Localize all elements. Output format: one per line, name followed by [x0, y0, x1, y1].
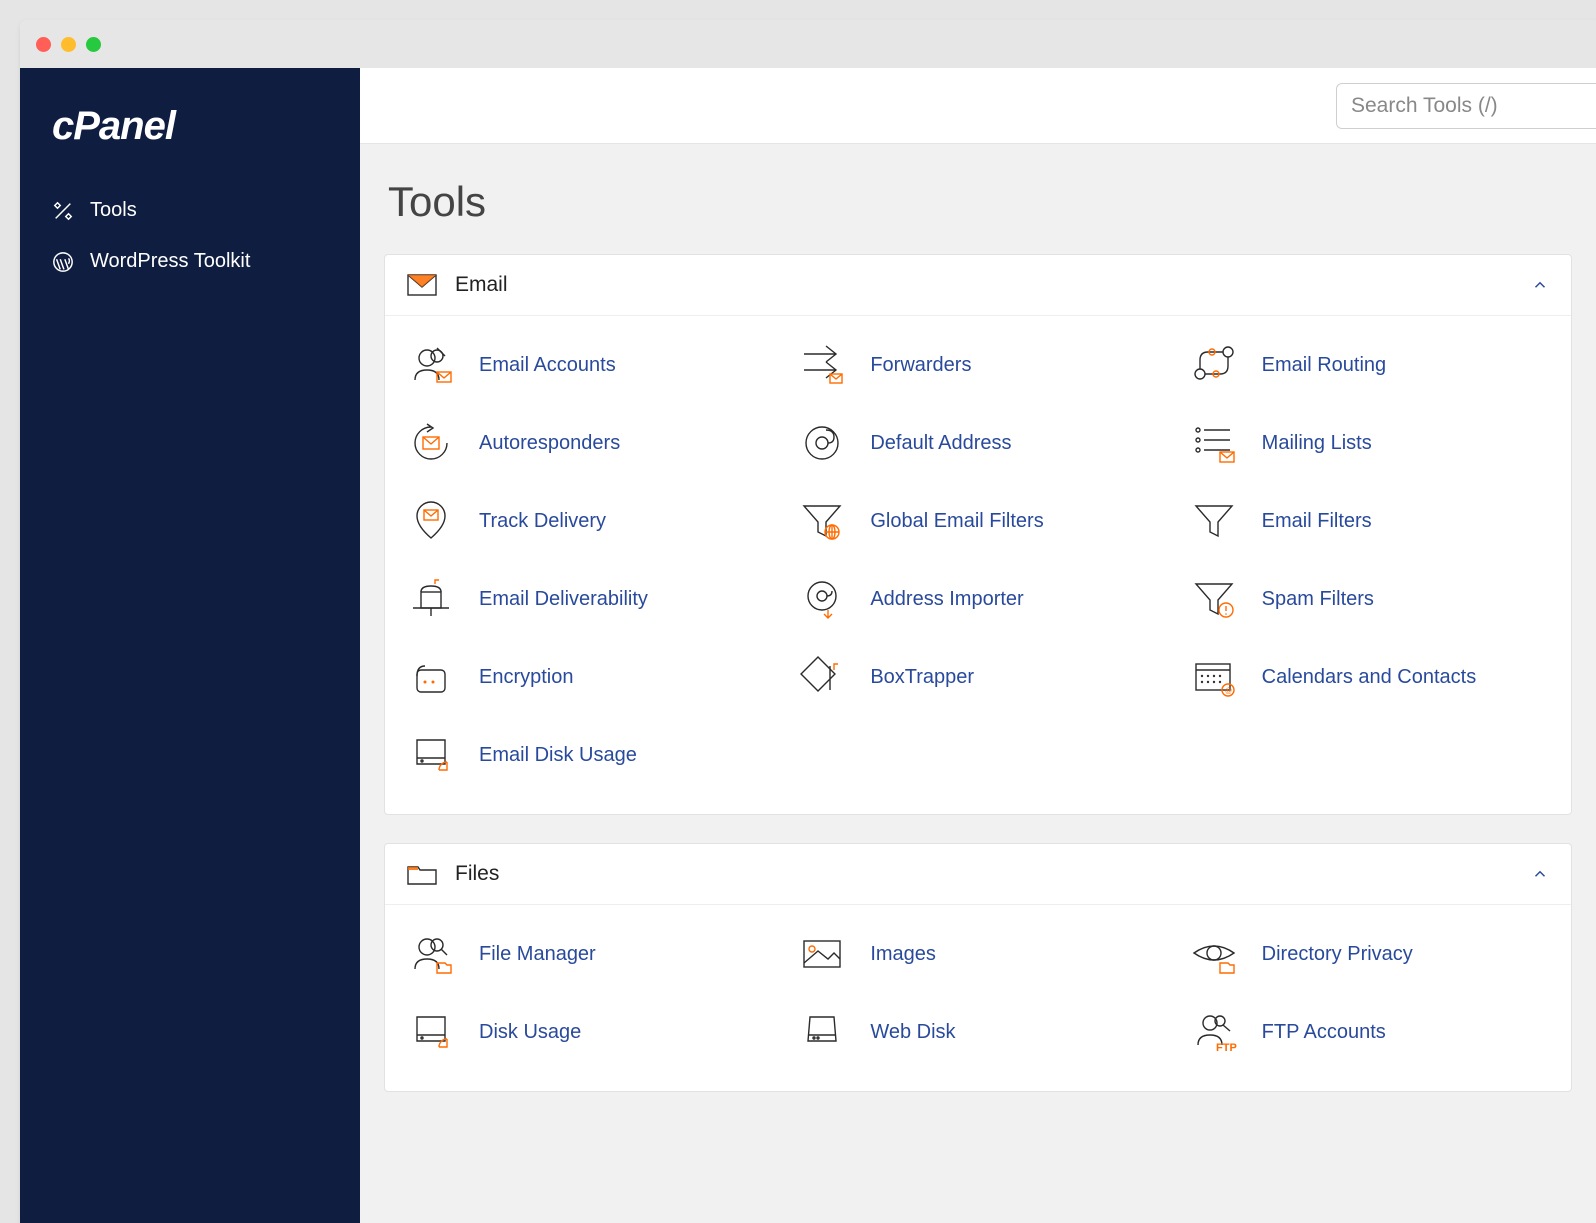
tool-address-importer[interactable]: Address Importer: [782, 560, 1173, 638]
tool-default-address[interactable]: Default Address: [782, 404, 1173, 482]
search-input[interactable]: [1336, 83, 1596, 129]
topbar: [360, 68, 1596, 144]
tool-directory-privacy[interactable]: Directory Privacy: [1174, 915, 1565, 993]
email-filters-icon: [1188, 500, 1240, 542]
calendars-contacts-icon: @: [1188, 656, 1240, 698]
tool-spam-filters[interactable]: Spam Filters: [1174, 560, 1565, 638]
content: Tools Email Email Accounts: [360, 144, 1596, 1120]
panel-header-files[interactable]: Files: [385, 844, 1571, 905]
disk-usage-icon: [405, 1011, 457, 1053]
tool-label: Default Address: [870, 432, 1011, 455]
tool-label: Forwarders: [870, 354, 971, 377]
chevron-up-icon: [1531, 276, 1549, 294]
app-shell: cPanel Tools WordPress Toolkit Tools: [20, 68, 1596, 1223]
tools-icon: [52, 200, 74, 222]
tool-ftp-accounts[interactable]: FTP FTP Accounts: [1174, 993, 1565, 1071]
tool-file-manager[interactable]: File Manager: [391, 915, 782, 993]
tool-track-delivery[interactable]: Track Delivery: [391, 482, 782, 560]
email-section-icon: [407, 273, 437, 297]
email-deliverability-icon: [405, 578, 457, 620]
forwarders-icon: [796, 344, 848, 386]
tool-label: Email Accounts: [479, 354, 616, 377]
minimize-window-button[interactable]: [61, 37, 76, 52]
window-titlebar: [20, 20, 1596, 68]
spam-filters-icon: [1188, 578, 1240, 620]
wordpress-icon: [52, 251, 74, 273]
address-importer-icon: [796, 578, 848, 620]
panel-body-files: File Manager Images Directory Privacy: [385, 905, 1571, 1091]
directory-privacy-icon: [1188, 933, 1240, 975]
tool-boxtrapper[interactable]: BoxTrapper: [782, 638, 1173, 716]
panel-files: Files File Manager Images: [384, 843, 1572, 1092]
tool-encryption[interactable]: Encryption: [391, 638, 782, 716]
browser-window: cPanel Tools WordPress Toolkit Tools: [20, 20, 1596, 1223]
files-section-icon: [407, 862, 437, 886]
tool-mailing-lists[interactable]: Mailing Lists: [1174, 404, 1565, 482]
tool-label: Email Disk Usage: [479, 744, 637, 767]
tool-email-accounts[interactable]: Email Accounts: [391, 326, 782, 404]
sidebar-item-tools[interactable]: Tools: [20, 185, 360, 236]
tool-label: Spam Filters: [1262, 588, 1374, 611]
tool-label: Web Disk: [870, 1021, 955, 1044]
sidebar-item-label: Tools: [90, 199, 137, 222]
tool-label: Mailing Lists: [1262, 432, 1372, 455]
tool-label: Email Deliverability: [479, 588, 648, 611]
tool-label: Email Filters: [1262, 510, 1372, 533]
sidebar-item-wordpress-toolkit[interactable]: WordPress Toolkit: [20, 236, 360, 287]
tool-label: FTP Accounts: [1262, 1021, 1386, 1044]
tool-label: Calendars and Contacts: [1262, 666, 1477, 689]
tool-email-routing[interactable]: Email Routing: [1174, 326, 1565, 404]
tool-label: Global Email Filters: [870, 510, 1043, 533]
images-icon: [796, 933, 848, 975]
email-routing-icon: [1188, 344, 1240, 386]
tool-label: Address Importer: [870, 588, 1023, 611]
web-disk-icon: [796, 1011, 848, 1053]
main-area: Tools Email Email Accounts: [360, 68, 1596, 1223]
panel-title: Files: [455, 862, 499, 886]
panel-title: Email: [455, 273, 508, 297]
tool-label: Email Routing: [1262, 354, 1387, 377]
sidebar-item-label: WordPress Toolkit: [90, 250, 250, 273]
tool-email-filters[interactable]: Email Filters: [1174, 482, 1565, 560]
panel-body-email: Email Accounts Forwarders Email Routing: [385, 316, 1571, 814]
maximize-window-button[interactable]: [86, 37, 101, 52]
svg-text:FTP: FTP: [1216, 1042, 1237, 1053]
tool-disk-usage[interactable]: Disk Usage: [391, 993, 782, 1071]
track-delivery-icon: [405, 500, 457, 542]
tool-label: BoxTrapper: [870, 666, 974, 689]
tool-label: Images: [870, 943, 936, 966]
file-manager-icon: [405, 933, 457, 975]
brand-logo: cPanel: [20, 96, 360, 185]
global-email-filters-icon: [796, 500, 848, 542]
mailing-lists-icon: [1188, 422, 1240, 464]
tool-email-deliverability[interactable]: Email Deliverability: [391, 560, 782, 638]
svg-text:@: @: [1225, 688, 1232, 695]
ftp-accounts-icon: FTP: [1188, 1011, 1240, 1053]
tool-label: Track Delivery: [479, 510, 606, 533]
email-accounts-icon: [405, 344, 457, 386]
panel-email: Email Email Accounts Forwarders: [384, 254, 1572, 815]
tool-images[interactable]: Images: [782, 915, 1173, 993]
tool-email-disk-usage[interactable]: Email Disk Usage: [391, 716, 782, 794]
tool-autoresponders[interactable]: Autoresponders: [391, 404, 782, 482]
page-title: Tools: [388, 178, 1572, 226]
email-disk-usage-icon: [405, 734, 457, 776]
tool-label: Encryption: [479, 666, 574, 689]
default-address-icon: [796, 422, 848, 464]
boxtrapper-icon: [796, 656, 848, 698]
autoresponders-icon: [405, 422, 457, 464]
chevron-up-icon: [1531, 865, 1549, 883]
tool-forwarders[interactable]: Forwarders: [782, 326, 1173, 404]
tool-web-disk[interactable]: Web Disk: [782, 993, 1173, 1071]
tool-label: Autoresponders: [479, 432, 620, 455]
encryption-icon: [405, 656, 457, 698]
tool-label: Disk Usage: [479, 1021, 581, 1044]
panel-header-email[interactable]: Email: [385, 255, 1571, 316]
close-window-button[interactable]: [36, 37, 51, 52]
tool-label: File Manager: [479, 943, 596, 966]
tool-global-email-filters[interactable]: Global Email Filters: [782, 482, 1173, 560]
tool-calendars-contacts[interactable]: @ Calendars and Contacts: [1174, 638, 1565, 716]
tool-label: Directory Privacy: [1262, 943, 1413, 966]
sidebar: cPanel Tools WordPress Toolkit: [20, 68, 360, 1223]
